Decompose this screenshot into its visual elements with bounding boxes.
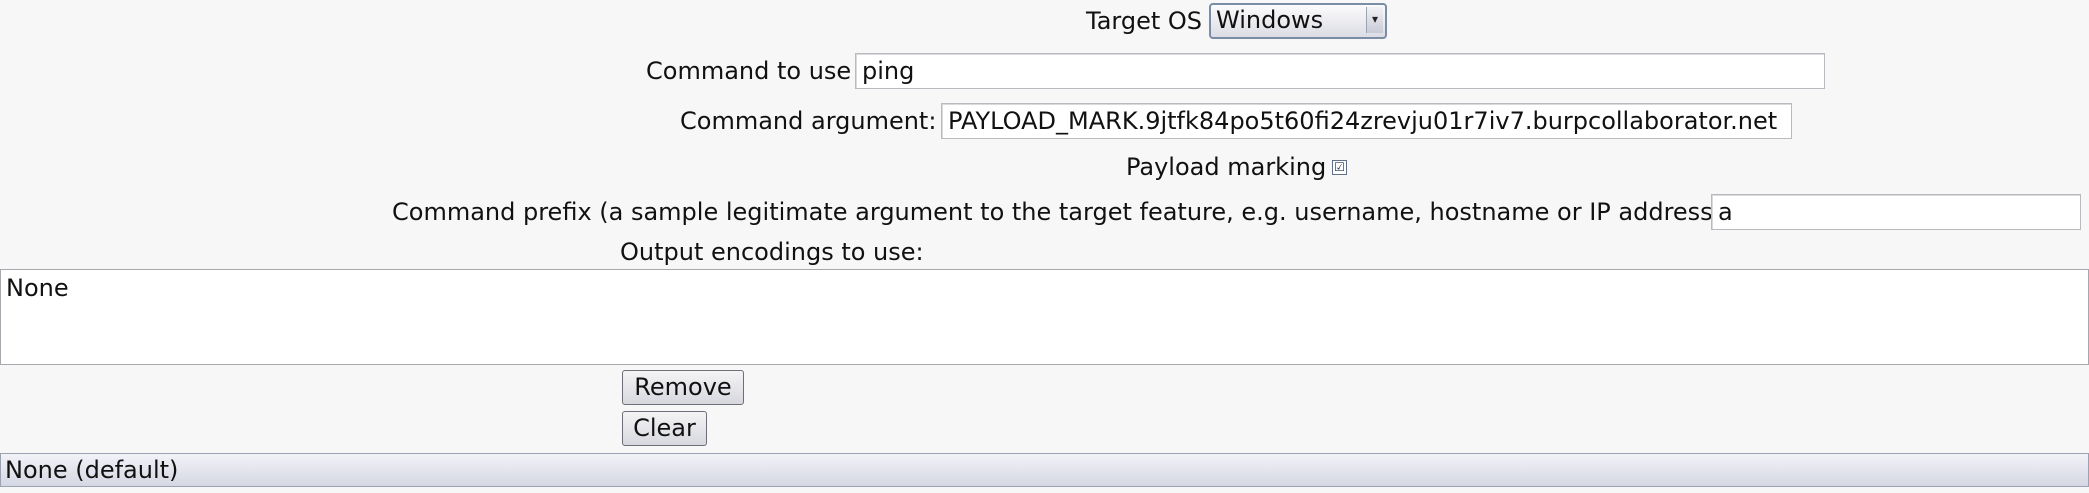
target-os-label: Target OS <box>1086 7 1203 35</box>
prefix-label: Command prefix (a sample legitimate argu… <box>392 198 1723 226</box>
prefix-input[interactable]: a <box>1711 194 2081 230</box>
command-label: Command to use <box>646 57 852 85</box>
list-item[interactable]: None <box>6 273 69 303</box>
command-input[interactable]: ping <box>855 53 1825 89</box>
payload-marking-checkbox[interactable]: ☑ <box>1332 160 1347 175</box>
remove-button[interactable]: Remove <box>622 370 744 405</box>
encodings-list[interactable]: None <box>0 269 2089 365</box>
payload-marking-label: Payload marking <box>1126 153 1327 181</box>
command-injection-settings: Target OS Windows ▾ Command to use ping … <box>0 0 2089 493</box>
argument-input[interactable]: PAYLOAD_MARK.9jtfk84po5t60fi24zrevju01r7… <box>941 103 1792 139</box>
target-os-select[interactable]: Windows ▾ <box>1209 3 1387 39</box>
clear-button[interactable]: Clear <box>622 411 707 446</box>
encoding-select[interactable]: None (default) <box>0 453 2089 487</box>
dropdown-arrow-icon: ▾ <box>1366 7 1383 33</box>
encodings-label: Output encodings to use: <box>620 238 924 266</box>
argument-label: Command argument: <box>680 107 937 135</box>
target-os-selected: Windows <box>1216 6 1324 34</box>
